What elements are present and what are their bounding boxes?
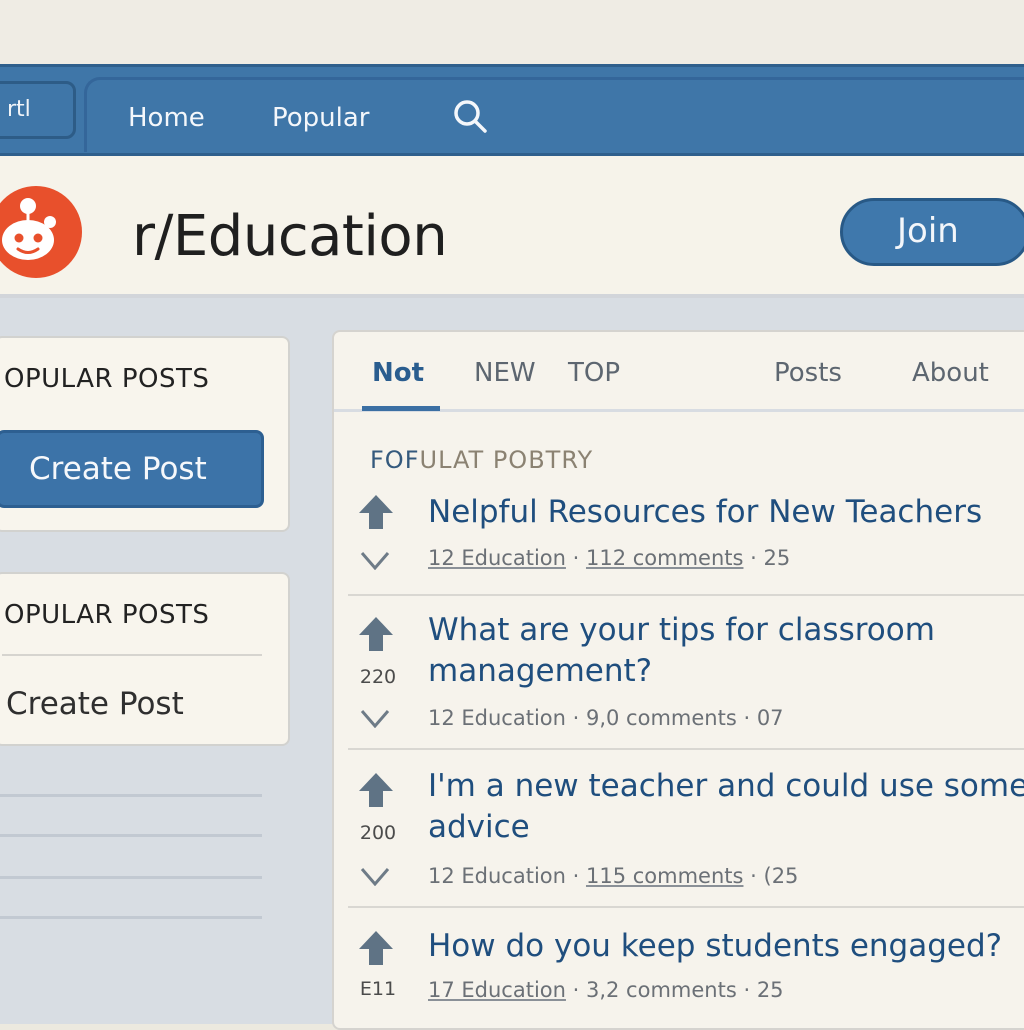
post-meta: 12 Education · 115 comments · (25: [428, 864, 799, 888]
post-item[interactable]: 200 I'm a new teacher and could use some…: [344, 760, 1024, 900]
nav-search-box[interactable]: rtl: [0, 81, 76, 139]
post-divider: [348, 906, 1024, 908]
tab-hot[interactable]: Not: [372, 358, 424, 388]
tab-top[interactable]: TOP: [568, 358, 620, 388]
reddit-alien-icon: [0, 186, 82, 278]
card-divider: [2, 654, 262, 656]
sidebar-heading: OPULAR POSTS: [4, 600, 210, 630]
join-button[interactable]: Join: [840, 198, 1024, 266]
community-header: r/Education Join: [0, 156, 1024, 298]
top-navbar: rtl Home Popular: [0, 64, 1024, 156]
post-title[interactable]: Nelpful Resources for New Teachers: [428, 492, 1024, 533]
create-post-link[interactable]: Create Post: [6, 686, 184, 722]
post-item[interactable]: E11 How do you keep students engaged? 17…: [344, 922, 1024, 1022]
sidebar-placeholder-line: [0, 794, 262, 797]
post-age: (25: [763, 864, 799, 888]
tab-posts[interactable]: Posts: [774, 358, 842, 388]
post-comments[interactable]: 112 comments: [586, 546, 743, 570]
downvote-arrow-icon[interactable]: [360, 708, 390, 728]
tab-about[interactable]: About: [912, 358, 989, 388]
post-meta: 12 Education · 9,0 comments · 07: [428, 706, 784, 730]
sidebar-card-popular-2: OPULAR POSTS Create Post: [0, 572, 290, 746]
active-tab-indicator: [362, 406, 440, 411]
upvote-arrow-icon[interactable]: [356, 614, 396, 654]
vote-count: E11: [359, 978, 397, 1000]
upvote-arrow-icon[interactable]: [356, 492, 396, 532]
post-community[interactable]: 17 Education: [428, 978, 566, 1002]
sidebar-placeholder-line: [0, 876, 262, 879]
post-title[interactable]: I'm a new teacher and could use some adv…: [428, 766, 1024, 848]
post-divider: [348, 748, 1024, 750]
post-comments[interactable]: 3,2 comments: [586, 978, 737, 1002]
upvote-arrow-icon[interactable]: [356, 770, 396, 810]
post-item[interactable]: 220 What are your tips for classroom man…: [344, 604, 1024, 744]
window-top-area: [0, 0, 1024, 64]
vote-count: 200: [359, 822, 397, 844]
nav-home-link[interactable]: Home: [128, 103, 205, 133]
post-title[interactable]: What are your tips for classroom managem…: [428, 610, 1024, 692]
tab-new[interactable]: NEW: [474, 358, 536, 388]
post-comments[interactable]: 9,0 comments: [586, 706, 737, 730]
feed-heading: FOFULAT POBTRY: [370, 446, 594, 474]
post-feed-panel: Not NEW TOP Posts About FOFULAT POBTRY N…: [332, 330, 1024, 1030]
downvote-arrow-icon[interactable]: [360, 550, 390, 570]
community-name: r/Education: [132, 204, 448, 269]
post-community[interactable]: 12 Education: [428, 706, 566, 730]
post-meta: 17 Education · 3,2 comments · 25: [428, 978, 784, 1002]
sidebar-card-popular: OPULAR POSTS Create Post: [0, 336, 290, 532]
vote-count: 220: [359, 666, 397, 688]
post-age: 07: [756, 706, 784, 730]
post-comments[interactable]: 115 comments: [586, 864, 743, 888]
create-post-button[interactable]: Create Post: [0, 430, 264, 508]
sidebar-placeholder-line: [0, 834, 262, 837]
post-age: 25: [763, 546, 791, 570]
post-divider: [348, 594, 1024, 596]
upvote-arrow-icon[interactable]: [356, 928, 396, 968]
post-title[interactable]: How do you keep students engaged?: [428, 926, 1024, 967]
sort-tab-bar: Not NEW TOP Posts About: [334, 332, 1024, 412]
sidebar-heading: OPULAR POSTS: [4, 364, 210, 394]
downvote-arrow-icon[interactable]: [360, 866, 390, 886]
nav-popular-link[interactable]: Popular: [272, 103, 370, 133]
nav-pill-container: [84, 77, 1024, 152]
post-community[interactable]: 12 Education: [428, 546, 566, 570]
search-icon[interactable]: [452, 98, 488, 134]
post-meta: 12 Education · 112 comments · 25: [428, 546, 791, 570]
post-community[interactable]: 12 Education: [428, 864, 566, 888]
post-age: 25: [756, 978, 784, 1002]
post-item[interactable]: Nelpful Resources for New Teachers 12 Ed…: [344, 482, 1024, 592]
sidebar-placeholder-line: [0, 916, 262, 919]
